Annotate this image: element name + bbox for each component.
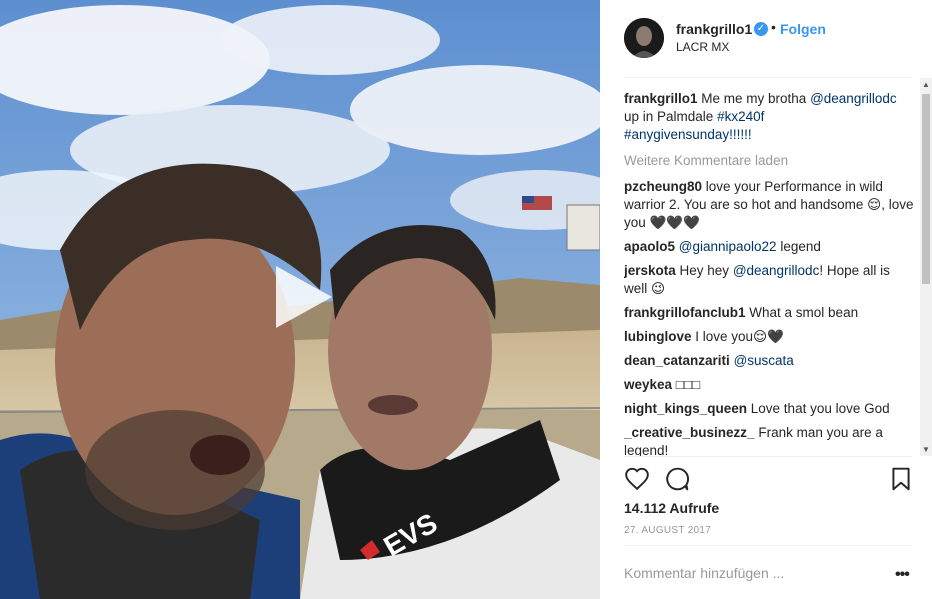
comment-mention[interactable]: @giannipaolo22 (679, 239, 777, 254)
comment-text: Hey hey (675, 263, 733, 278)
caption-text-1: Me me my brotha (697, 91, 811, 106)
scroll-down-icon[interactable]: ▼ (922, 445, 930, 454)
caption-text-2: up in Palmdale (624, 109, 718, 124)
comment-mention[interactable]: @deangrillodc (733, 263, 820, 278)
comment-item: frankgrillofanclub1 What a smol bean (624, 304, 914, 322)
caption-username[interactable]: frankgrillo1 (624, 91, 698, 106)
comment-username[interactable]: apaolo5 (624, 239, 675, 254)
comments-scrollbar[interactable]: ▲ ▼ (920, 78, 932, 456)
play-icon (276, 266, 332, 328)
comment-item: apaolo5 @giannipaolo22 legend (624, 238, 914, 256)
comment-text: □□□ (672, 377, 701, 392)
header-username[interactable]: frankgrillo1 (676, 21, 752, 37)
comment-username[interactable]: dean_catanzariti (624, 353, 730, 368)
post-video[interactable]: EVS (0, 0, 600, 599)
verified-icon: ✓ (754, 22, 768, 36)
comment-text: I love you😌🖤 (691, 329, 784, 344)
actions-divider (624, 456, 912, 457)
header-divider (624, 77, 912, 78)
comment-text: legend (776, 239, 821, 254)
comment-username[interactable]: weykea (624, 377, 672, 392)
comment-item: _creative_businezz_ Frank man you are a … (624, 424, 914, 456)
caption: frankgrillo1 Me me my brotha @deangrillo… (624, 90, 914, 144)
bookmark-icon[interactable] (888, 466, 914, 492)
heart-icon[interactable] (624, 466, 650, 492)
play-button[interactable] (270, 264, 336, 330)
comment-item: night_kings_queen Love that you love God (624, 400, 914, 418)
location-link[interactable]: LACR MX (676, 40, 729, 54)
follow-button[interactable]: Folgen (780, 21, 826, 37)
add-comment-input[interactable] (624, 563, 874, 583)
more-options-icon[interactable]: ••• (895, 566, 910, 584)
action-bar (624, 466, 914, 494)
comment-username[interactable]: lubinglove (624, 329, 692, 344)
comments-list[interactable]: frankgrillo1 Me me my brotha @deangrillo… (624, 90, 914, 456)
caption-mention[interactable]: @deangrillodc (810, 91, 897, 106)
scrollbar-thumb[interactable] (922, 94, 930, 284)
comment-divider (624, 545, 912, 546)
comment-item: dean_catanzariti @suscata (624, 352, 914, 370)
comment-item: pzcheung80 love your Performance in wild… (624, 178, 914, 232)
comment-username[interactable]: jerskota (624, 263, 676, 278)
comment-username[interactable]: frankgrillofanclub1 (624, 305, 746, 320)
post-date[interactable]: 27. AUGUST 2017 (624, 525, 711, 536)
comment-item: lubinglove I love you😌🖤 (624, 328, 914, 346)
comment-text: What a smol bean (745, 305, 859, 320)
view-count[interactable]: 14.112 Aufrufe (624, 500, 719, 516)
comment-mention[interactable]: @suscata (734, 353, 794, 368)
comment-username[interactable]: pzcheung80 (624, 179, 702, 194)
post-header: frankgrillo1 ✓ • Folgen LACR MX (600, 0, 932, 78)
comment-username[interactable]: night_kings_queen (624, 401, 747, 416)
comment-icon[interactable] (664, 466, 690, 492)
caption-hashtag-2[interactable]: #anygivensunday!!!!!! (624, 127, 752, 142)
comment-item: jerskota Hey hey @deangrillodc! Hope all… (624, 262, 914, 298)
load-more-comments-button[interactable]: Weitere Kommentare laden (624, 152, 914, 170)
scroll-up-icon[interactable]: ▲ (922, 80, 930, 89)
comment-item: weykea □□□ (624, 376, 914, 394)
comment-text: Love that you love God (747, 401, 890, 416)
header-separator: • (771, 19, 776, 35)
comment-username[interactable]: _creative_businezz_ (624, 425, 755, 440)
caption-hashtag-1[interactable]: #kx240f (717, 109, 764, 124)
avatar[interactable] (624, 18, 664, 58)
